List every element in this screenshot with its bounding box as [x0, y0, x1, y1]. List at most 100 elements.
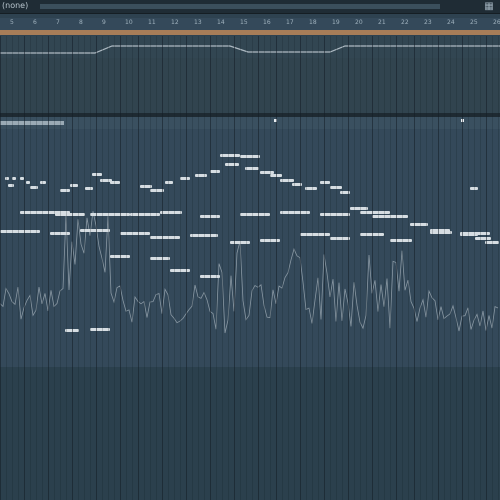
midi-note[interactable] [330, 237, 350, 240]
bar-number: 15 [240, 19, 248, 26]
track-lane-area[interactable] [0, 58, 500, 113]
grid-line [132, 36, 133, 500]
grid-line [102, 36, 103, 500]
loop-range-bar[interactable] [0, 30, 500, 35]
grid-line [336, 36, 337, 500]
midi-note[interactable] [85, 187, 93, 190]
grid-line [180, 36, 181, 500]
grid-line [456, 36, 457, 500]
midi-note[interactable] [210, 170, 220, 173]
piano-roll-window: (none) ▦ 5 6 7 8 9 10 11 12 13 14 15 16 17 18 19 20 21 22… [0, 0, 500, 500]
grid-line [414, 36, 415, 500]
grid-line [294, 36, 295, 500]
midi-note[interactable] [240, 213, 270, 216]
grid-line [126, 36, 127, 500]
bar-number: 25 [470, 19, 478, 26]
midi-note[interactable] [220, 154, 240, 157]
grid-line [372, 36, 373, 500]
grid-line [198, 36, 199, 500]
midi-note[interactable] [60, 189, 70, 192]
midi-note[interactable] [240, 155, 260, 158]
grid-line [312, 36, 313, 500]
grid-line [366, 36, 367, 500]
midi-note[interactable] [150, 257, 170, 260]
grid-line [156, 36, 157, 500]
grid-line [162, 36, 163, 500]
midi-note[interactable] [90, 328, 110, 331]
midi-note[interactable] [390, 215, 408, 218]
automation-lane[interactable] [0, 36, 500, 59]
bar-number: 9 [102, 19, 106, 26]
midi-note[interactable] [372, 215, 392, 218]
grid-line [378, 36, 379, 500]
grid-line [120, 36, 121, 500]
midi-note[interactable] [430, 231, 452, 234]
midi-note[interactable] [150, 236, 180, 239]
grid-line [78, 36, 79, 500]
grid-line [318, 36, 319, 500]
grid-line [486, 36, 487, 500]
grid-line [498, 36, 499, 500]
window-title-bar[interactable]: (none) ▦ [0, 0, 500, 14]
midi-note[interactable] [195, 174, 207, 177]
grid-line [252, 36, 253, 500]
grid-line [90, 36, 91, 500]
midi-note[interactable] [8, 184, 14, 187]
grid-line [228, 36, 229, 500]
grid-line [54, 36, 55, 500]
grid-line [258, 36, 259, 500]
grid-line [60, 36, 61, 500]
grid-line [288, 36, 289, 500]
grid-line [24, 36, 25, 500]
grid-line [216, 36, 217, 500]
midi-note[interactable] [180, 177, 190, 180]
grid-line [426, 36, 427, 500]
midi-note[interactable] [360, 211, 390, 214]
midi-note[interactable] [300, 233, 330, 236]
midi-note[interactable] [160, 211, 182, 214]
grid-line [480, 36, 481, 500]
grid-line [492, 36, 493, 500]
grid-line [354, 36, 355, 500]
grid-line [96, 36, 97, 500]
window-grid-icon[interactable]: ▦ [481, 1, 497, 12]
grid-line [330, 36, 331, 500]
midi-note[interactable] [40, 181, 46, 184]
grid-line [402, 36, 403, 500]
grid-line [186, 36, 187, 500]
grid-line [114, 36, 115, 500]
automation-curve [0, 45, 500, 54]
grid-line [396, 36, 397, 500]
midi-note[interactable] [110, 181, 120, 184]
grid-line [18, 36, 19, 500]
bar-number: 26 [493, 19, 500, 26]
bar-number: 19 [332, 19, 340, 26]
grid-line [192, 36, 193, 500]
grid-line [12, 36, 13, 500]
bar-number: 8 [79, 19, 83, 26]
bar-number: 7 [56, 19, 60, 26]
grid-line [84, 36, 85, 500]
grid-line [270, 36, 271, 500]
midi-note[interactable] [92, 173, 102, 176]
bar-number: 14 [217, 19, 225, 26]
grid-line [204, 36, 205, 500]
event-editor-area[interactable] [0, 367, 500, 500]
title-scroll-strip[interactable] [40, 4, 440, 9]
grid-line [42, 36, 43, 500]
grid-line [66, 36, 67, 500]
midi-note[interactable] [475, 237, 491, 240]
grid-line [264, 36, 265, 500]
midi-note[interactable] [165, 181, 173, 184]
grid-line [468, 36, 469, 500]
grid-line [0, 36, 1, 500]
grid-line [306, 36, 307, 500]
grid-line [408, 36, 409, 500]
grid-line [300, 36, 301, 500]
grid-line [420, 36, 421, 500]
midi-note[interactable] [320, 181, 330, 184]
grid-line [450, 36, 451, 500]
grid-line [360, 36, 361, 500]
grid-line [432, 36, 433, 500]
midi-note[interactable] [120, 232, 150, 235]
